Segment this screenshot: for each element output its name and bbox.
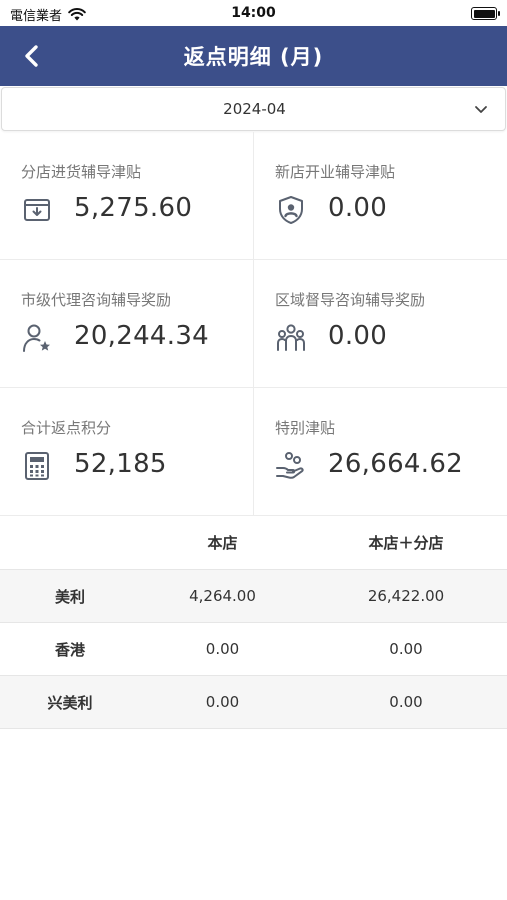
card-total-rebate-points: 合计返点积分 52,185	[0, 388, 253, 516]
table-cell-own: 0.00	[205, 640, 240, 658]
card-store-purchase-allowance: 分店进货辅导津贴 5,275.60	[0, 132, 253, 260]
table-row: 香港 0.00 0.00	[0, 623, 507, 676]
table-cell-own: 0.00	[205, 693, 240, 711]
card-label: 合计返点积分	[21, 419, 112, 437]
nav-bar: 返点明细 (月)	[0, 26, 507, 86]
table-cell-total: 0.00	[389, 693, 423, 711]
card-label: 区域督导咨询辅导奖励	[275, 291, 426, 309]
table-row: 兴美利 0.00 0.00	[0, 676, 507, 729]
status-time: 14:00	[231, 5, 276, 21]
card-label: 市级代理咨询辅导奖励	[21, 291, 172, 309]
table-row: 美利 4,264.00 26,422.00	[0, 570, 507, 623]
table-cell-store: 美利	[54, 587, 85, 606]
month-value: 2024-04	[223, 100, 286, 118]
card-special-allowance: 特别津贴 26,664.62	[253, 388, 506, 516]
card-regional-supervisor-reward: 区域督导咨询辅导奖励 0.00	[253, 260, 506, 388]
table-cell-store: 香港	[54, 640, 85, 659]
table-cell-store: 兴美利	[47, 693, 93, 712]
card-value: 5,275.60	[74, 193, 193, 223]
group-icon	[277, 324, 305, 351]
month-select[interactable]: 2024-04	[1, 87, 506, 131]
card-value: 20,244.34	[74, 321, 210, 351]
table-cell-total: 0.00	[389, 640, 423, 658]
page-title: 返点明细 (月)	[183, 45, 324, 69]
status-bar: 電信業者 14:00	[0, 0, 507, 26]
card-value: 0.00	[328, 193, 388, 223]
table-cell-own: 4,264.00	[189, 587, 256, 605]
card-label: 特别津贴	[275, 419, 336, 437]
calculator-icon	[25, 452, 49, 480]
user-star-icon	[23, 324, 50, 352]
card-value: 26,664.62	[328, 449, 464, 479]
chevron-down-icon	[475, 106, 487, 113]
table-header-cell: 本店	[207, 534, 238, 552]
table-cell-total: 26,422.00	[367, 587, 445, 605]
card-value: 0.00	[328, 321, 388, 351]
inbox-download-icon	[24, 199, 50, 221]
card-label: 分店进货辅导津贴	[21, 163, 142, 181]
battery-icon	[471, 7, 500, 20]
table-header-cell: 本店＋分店	[368, 534, 444, 552]
card-label: 新店开业辅导津贴	[275, 163, 396, 181]
card-new-store-allowance: 新店开业辅导津贴 0.00	[253, 132, 506, 260]
table-header-row: 本店 本店＋分店	[0, 516, 507, 570]
shield-user-icon	[279, 196, 303, 224]
card-value: 52,185	[74, 449, 167, 479]
card-city-agent-reward: 市级代理咨询辅导奖励 20,244.34	[0, 260, 253, 388]
hand-coins-icon	[276, 452, 304, 479]
table-header-cell	[0, 516, 140, 569]
